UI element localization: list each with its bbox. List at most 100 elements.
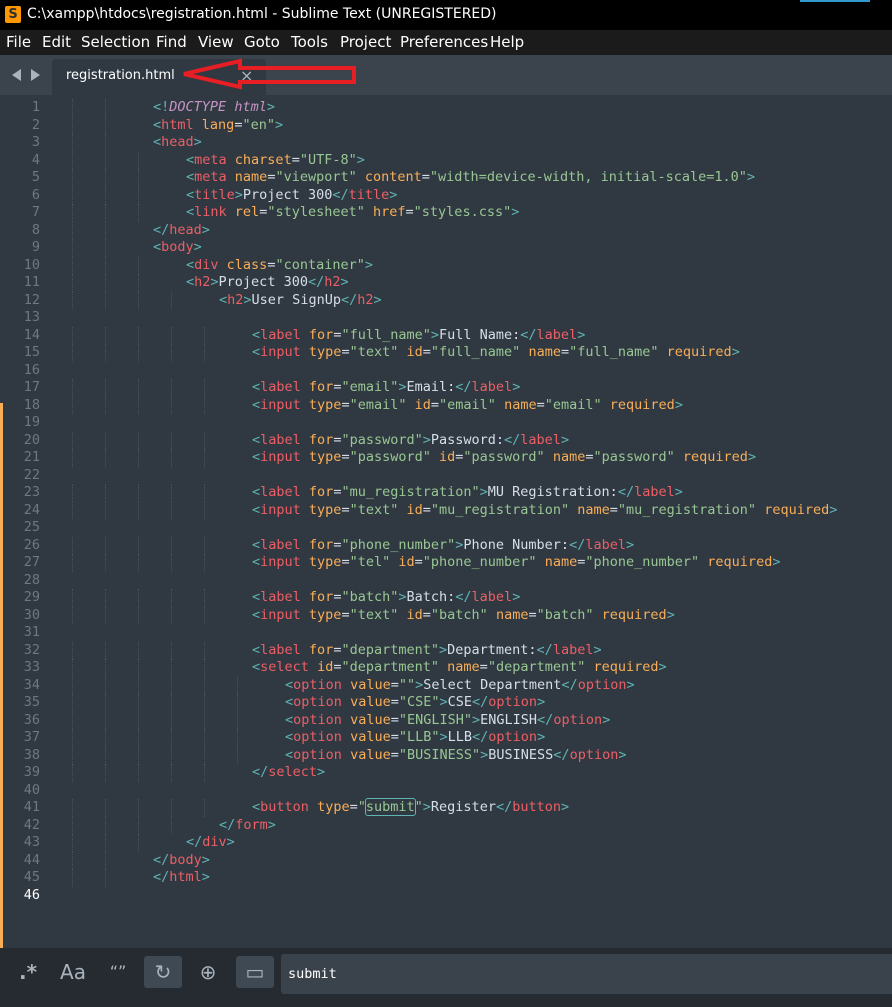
code-line: 10 <div class="container"> bbox=[0, 256, 892, 274]
indent-guide bbox=[138, 536, 139, 554]
indent-guide bbox=[138, 746, 139, 764]
indent-guide bbox=[171, 589, 172, 607]
code-line: 2 <html lang="en"> bbox=[0, 116, 892, 134]
line-number: 19 bbox=[23, 414, 40, 430]
code-text: <link rel="stylesheet" href="styles.css"… bbox=[186, 204, 520, 220]
indent-guide bbox=[72, 186, 73, 204]
indent-guide bbox=[138, 676, 139, 694]
code-line: 26 <label for="phone_number">Phone Number… bbox=[0, 536, 892, 554]
indent-guide bbox=[72, 694, 73, 712]
indent-guide bbox=[105, 729, 106, 747]
line-number: 8 bbox=[31, 221, 40, 238]
indent-guide bbox=[105, 449, 106, 467]
whole-word-toggle-button[interactable]: “” bbox=[99, 956, 137, 988]
indent-guide bbox=[138, 729, 139, 747]
indent-guide bbox=[105, 134, 106, 152]
indent-guide bbox=[204, 694, 205, 712]
indent-guide bbox=[72, 291, 73, 309]
in-selection-toggle-button[interactable]: ⊕ bbox=[189, 956, 227, 988]
line-number: 12 bbox=[23, 291, 40, 308]
code-text: </div> bbox=[186, 834, 235, 850]
tab-nav-forward-icon[interactable] bbox=[31, 69, 40, 81]
line-number: 17 bbox=[23, 379, 40, 395]
case-sensitive-toggle-button[interactable]: Aa bbox=[54, 956, 92, 988]
indent-guide bbox=[72, 711, 73, 729]
menu-find[interactable]: Find bbox=[156, 33, 187, 51]
line-number: 35 bbox=[23, 694, 40, 710]
code-line: 44 </body> bbox=[0, 851, 892, 869]
indent-guide bbox=[105, 186, 106, 204]
indent-guide bbox=[237, 711, 238, 729]
indent-guide bbox=[105, 816, 106, 834]
code-line: 7 <link rel="stylesheet" href="styles.css… bbox=[0, 204, 892, 222]
menu-help[interactable]: Help bbox=[490, 33, 524, 51]
code-text: <option value="ENGLISH">ENGLISH</option> bbox=[285, 711, 611, 728]
code-text: <label for="password">Password:</label> bbox=[252, 431, 570, 448]
code-line: 1 <!DOCTYPE html> bbox=[0, 99, 892, 117]
code-line: 3 <head> bbox=[0, 134, 892, 152]
find-input[interactable]: submit bbox=[281, 954, 892, 994]
line-number: 39 bbox=[23, 764, 40, 780]
indent-guide bbox=[171, 764, 172, 782]
indent-guide bbox=[105, 536, 106, 554]
indent-guide bbox=[171, 291, 172, 309]
line-number: 2 bbox=[31, 116, 40, 133]
indent-guide bbox=[105, 239, 106, 257]
indent-guide bbox=[72, 151, 73, 169]
line-number: 26 bbox=[23, 536, 40, 553]
menu-goto[interactable]: Goto bbox=[244, 33, 280, 51]
indent-guide bbox=[171, 326, 172, 344]
code-line: 15 <input type="text" id="full_name" name… bbox=[0, 344, 892, 362]
indent-guide bbox=[138, 659, 139, 677]
indent-guide bbox=[105, 326, 106, 344]
title-bar: S C:\xampp\htdocs\registration.html - Su… bbox=[0, 0, 892, 30]
indent-guide bbox=[204, 501, 205, 519]
tab-nav-back-icon[interactable] bbox=[12, 69, 21, 81]
menu-preferences[interactable]: Preferences bbox=[400, 33, 488, 51]
code-line: 23 <label for="mu_registration">MU Regist… bbox=[0, 484, 892, 502]
indent-guide bbox=[204, 554, 205, 572]
indent-guide bbox=[138, 169, 139, 187]
indent-guide bbox=[204, 659, 205, 677]
highlight-matches-toggle-button[interactable]: ▭ bbox=[236, 956, 274, 988]
code-line: 21 <input type="password" id="password" n… bbox=[0, 449, 892, 467]
code-text: </form> bbox=[219, 816, 276, 833]
indent-guide bbox=[105, 606, 106, 624]
line-number: 41 bbox=[23, 799, 40, 815]
indent-guide bbox=[105, 834, 106, 852]
line-number: 40 bbox=[23, 781, 40, 798]
menu-file[interactable]: File bbox=[6, 33, 31, 51]
regex-toggle-button[interactable]: .* bbox=[9, 956, 47, 988]
line-number: 46 bbox=[23, 886, 40, 903]
code-text: <div class="container"> bbox=[186, 256, 373, 273]
indent-guide bbox=[138, 816, 139, 834]
code-text: <title>Project 300</title> bbox=[186, 186, 398, 203]
menu-project[interactable]: Project bbox=[340, 33, 391, 51]
line-number: 36 bbox=[23, 711, 40, 728]
menu-selection[interactable]: Selection bbox=[81, 33, 150, 51]
code-editor[interactable]: 1 <!DOCTYPE html> 2 <html lang="en"> 3 <head>… bbox=[0, 95, 892, 1003]
indent-guide bbox=[72, 659, 73, 677]
indent-guide bbox=[72, 501, 73, 519]
indent-guide bbox=[171, 729, 172, 747]
indent-guide bbox=[138, 799, 139, 817]
indent-guide bbox=[72, 396, 73, 414]
indent-guide bbox=[72, 641, 73, 659]
indent-guide bbox=[138, 589, 139, 607]
code-line: 5 <meta name="viewport" content="width=de… bbox=[0, 169, 892, 187]
wrap-toggle-button[interactable]: ↻ bbox=[144, 956, 182, 988]
tab-bar: registration.html × bbox=[0, 55, 892, 95]
menu-edit[interactable]: Edit bbox=[42, 33, 71, 51]
indent-guide bbox=[138, 554, 139, 572]
indent-guide bbox=[138, 501, 139, 519]
menu-tools[interactable]: Tools bbox=[291, 33, 328, 51]
indent-guide bbox=[105, 764, 106, 782]
indent-guide bbox=[171, 344, 172, 362]
code-line: 19 bbox=[0, 414, 892, 432]
indent-guide bbox=[105, 589, 106, 607]
line-number: 18 bbox=[23, 396, 40, 413]
menu-bar: File Edit Selection Find View Goto Tools… bbox=[0, 30, 892, 55]
line-number: 1 bbox=[31, 99, 40, 115]
line-number: 9 bbox=[31, 239, 40, 255]
menu-view[interactable]: View bbox=[198, 33, 234, 51]
